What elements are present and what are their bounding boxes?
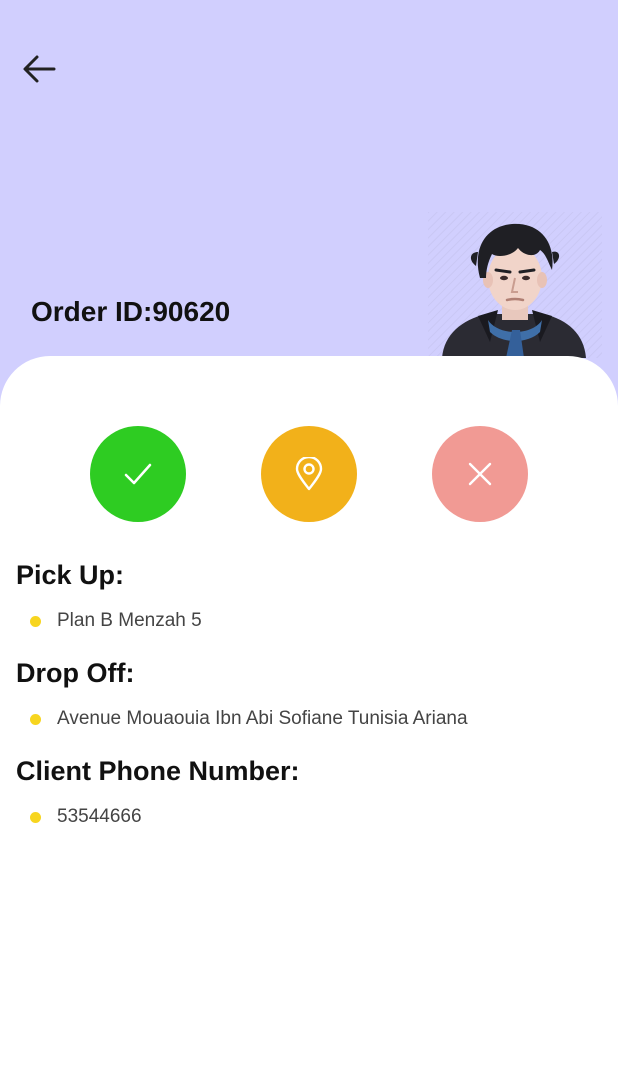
map-pin-icon [295,457,323,491]
order-id: Order ID:90620 [31,296,231,327]
arrow-left-icon [23,55,56,83]
back-button[interactable] [18,48,60,90]
check-icon [124,463,152,485]
dropoff-title: Drop Off: [16,658,135,688]
pickup-address: Plan B Menzah 5 [57,610,202,631]
location-button[interactable] [261,426,357,522]
bullet-icon [30,811,41,823]
dropoff-address: Avenue Mouaouia Ibn Abi Sofiane Tunisia … [57,708,468,729]
accept-button[interactable] [90,426,186,522]
order-details-card: Pick Up: Plan B Menzah 5 Drop Off: Avenu… [0,356,618,1092]
phone-row: 53544666 [30,806,142,828]
dropoff-row: Avenue Mouaouia Ibn Abi Sofiane Tunisia … [30,708,468,730]
bullet-icon [30,615,41,627]
client-phone: 53544666 [57,806,142,827]
pickup-title: Pick Up: [16,560,125,590]
bullet-icon [30,713,41,725]
close-icon [468,462,492,486]
reject-button[interactable] [432,426,528,522]
driver-avatar [428,212,602,358]
pickup-row: Plan B Menzah 5 [30,610,202,632]
phone-title: Client Phone Number: [16,756,300,786]
